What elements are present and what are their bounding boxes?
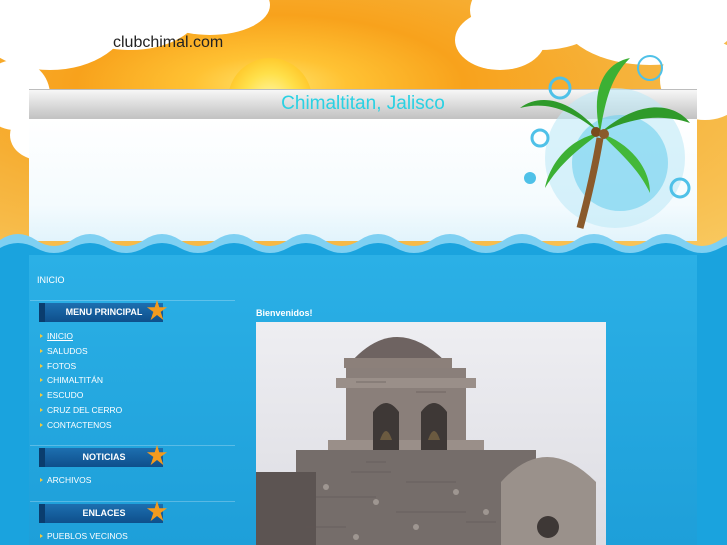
starfish-icon <box>146 500 168 522</box>
breadcrumb[interactable]: INICIO <box>37 275 65 285</box>
starfish-icon <box>146 444 168 466</box>
menu-item-saludos[interactable]: SALUDOS <box>39 344 122 359</box>
menu-item-inicio[interactable]: INICIO <box>39 329 122 344</box>
site-name[interactable]: clubchimal.com <box>113 34 223 52</box>
links-menu-list: PUEBLOS VECINOS <box>39 529 128 544</box>
menu-item-escudo[interactable]: ESCUDO <box>39 388 122 403</box>
menu-item-archivos[interactable]: ARCHIVOS <box>39 473 91 488</box>
welcome-heading: Bienvenidos! <box>256 308 313 318</box>
divider <box>30 501 235 502</box>
menu-item-fotos[interactable]: FOTOS <box>39 359 122 374</box>
menu-item-chimaltitan[interactable]: CHIMALTITÁN <box>39 373 122 388</box>
starfish-icon <box>146 299 168 321</box>
main-menu-list: INICIO SALUDOS FOTOS CHIMALTITÁN ESCUDO … <box>39 329 122 433</box>
menu-item-pueblos-vecinos[interactable]: PUEBLOS VECINOS <box>39 529 128 544</box>
palm-tree-illustration <box>520 55 691 229</box>
menu-item-contactenos[interactable]: CONTACTENOS <box>39 418 122 433</box>
main-menu-header: MENU PRINCIPAL <box>39 303 163 322</box>
church-photo <box>256 322 606 545</box>
menu-item-cruz-del-cerro[interactable]: CRUZ DEL CERRO <box>39 403 122 418</box>
links-menu-header: ENLACES <box>39 504 163 523</box>
divider <box>30 445 235 446</box>
news-menu-header: NOTICIAS <box>39 448 163 467</box>
news-menu-list: ARCHIVOS <box>39 473 91 488</box>
divider <box>30 300 235 301</box>
